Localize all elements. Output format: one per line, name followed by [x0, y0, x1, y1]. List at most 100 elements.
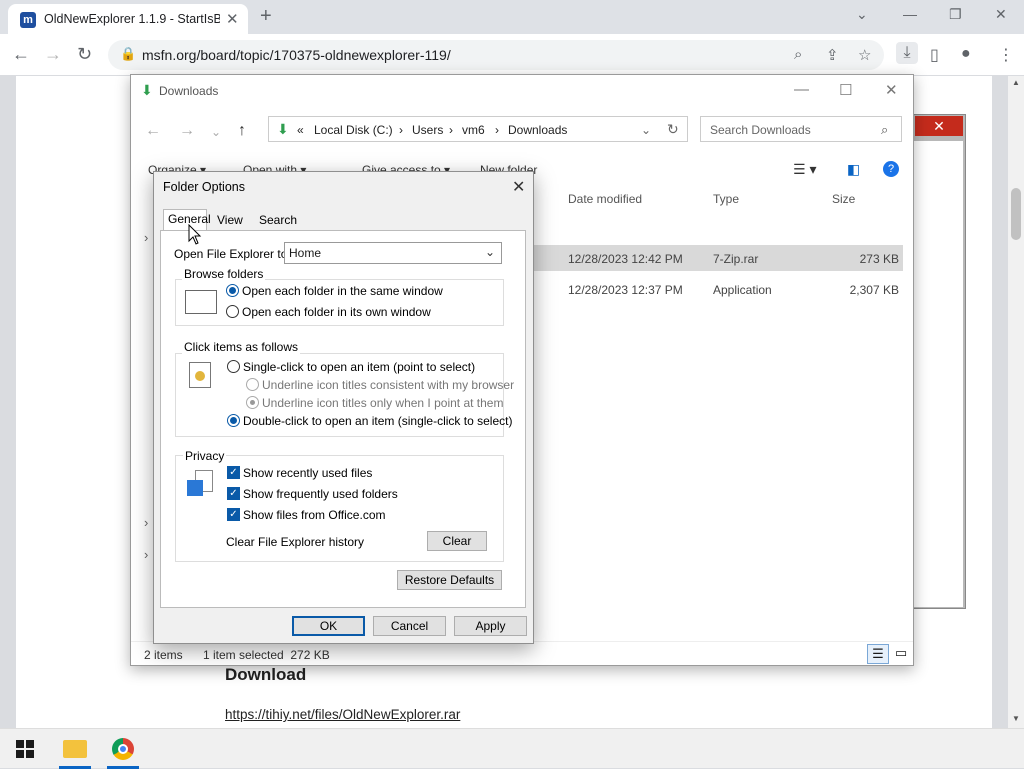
explorer-status-bar: 2 items 1 item selected 272 KB ☰ ▭ — [131, 641, 913, 665]
tab-view[interactable]: View — [217, 213, 243, 227]
tab-title: OldNewExplorer 1.1.9 - StartIsBa — [44, 12, 220, 26]
restore-defaults-button[interactable]: Restore Defaults — [397, 570, 502, 590]
column-date-modified[interactable]: Date modified — [568, 192, 642, 206]
close-icon[interactable]: ✕ — [885, 81, 898, 99]
same-window-label[interactable]: Open each folder in the same window — [242, 284, 443, 298]
close-icon[interactable]: ✕ — [915, 116, 963, 136]
help-icon[interactable]: ? — [883, 161, 899, 177]
details-view-icon[interactable]: ☰ — [867, 644, 889, 664]
address-bar[interactable]: 🔒 msfn.org/board/topic/170375-oldnewexpl… — [108, 40, 884, 70]
maximize-icon[interactable]: ☐ — [839, 81, 852, 99]
item-count: 2 items — [144, 648, 183, 662]
folder-window-icon — [185, 290, 217, 314]
taskbar-chrome[interactable] — [101, 729, 145, 769]
scrollbar-thumb[interactable] — [1011, 188, 1021, 240]
start-windows-icon[interactable] — [16, 740, 34, 758]
forward-icon[interactable]: → — [179, 122, 195, 140]
tab-close-icon[interactable]: ✕ — [226, 10, 239, 28]
taskbar-file-explorer[interactable] — [53, 729, 97, 769]
back-icon[interactable]: ← — [145, 122, 161, 140]
office-files-checkbox[interactable]: ✓ — [227, 508, 240, 521]
column-size[interactable]: Size — [832, 192, 855, 206]
profile-avatar-icon[interactable]: ● — [961, 45, 971, 63]
tab-search[interactable]: Search — [259, 213, 297, 227]
explorer-address-bar[interactable]: ⬇ « Local Disk (C:) › Users › vm6 › Down… — [268, 116, 688, 142]
file-type: 7-Zip.rar — [713, 252, 759, 266]
breadcrumb-downloads[interactable]: Downloads — [508, 123, 567, 137]
chevron-right-icon[interactable]: › — [449, 123, 453, 137]
restore-icon[interactable]: ❐ — [949, 6, 962, 23]
new-tab-button[interactable]: + — [260, 5, 272, 28]
reload-icon[interactable]: ↻ — [77, 44, 92, 65]
recent-locations-icon[interactable]: ⌄ — [211, 125, 221, 139]
own-window-radio[interactable] — [226, 305, 239, 318]
single-click-radio[interactable] — [227, 360, 240, 373]
refresh-icon[interactable]: ↻ — [667, 121, 679, 138]
scroll-down-icon[interactable]: ▼ — [1012, 714, 1020, 723]
downloads-icon[interactable]: ⤓ — [896, 42, 918, 64]
ok-button[interactable]: OK — [292, 616, 365, 636]
open-to-select[interactable]: Home ⌄ — [284, 242, 502, 264]
underline-browser-radio[interactable] — [246, 378, 259, 391]
share-icon[interactable]: ⇪ — [826, 46, 839, 64]
clear-button[interactable]: Clear — [427, 531, 487, 551]
chevron-right-icon[interactable]: › — [144, 230, 148, 245]
search-icon[interactable]: ⌕ — [794, 46, 802, 63]
own-window-label[interactable]: Open each folder in its own window — [242, 305, 431, 319]
double-click-label[interactable]: Double-click to open an item (single-cli… — [243, 414, 512, 428]
large-icons-view-icon[interactable]: ▭ — [891, 644, 911, 664]
cancel-button[interactable]: Cancel — [373, 616, 446, 636]
same-window-radio[interactable] — [226, 284, 239, 297]
office-files-label[interactable]: Show files from Office.com — [243, 508, 386, 522]
close-window-icon[interactable]: ✕ — [995, 6, 1007, 23]
browser-tab-strip: m OldNewExplorer 1.1.9 - StartIsBa ✕ + ⌄… — [0, 0, 1024, 34]
frequent-folders-checkbox[interactable]: ✓ — [227, 487, 240, 500]
underline-point-label[interactable]: Underline icon titles only when I point … — [262, 396, 503, 410]
clear-history-label: Clear File Explorer history — [226, 535, 365, 549]
page-scrollbar[interactable]: ▲ ▼ — [1008, 76, 1024, 728]
column-type[interactable]: Type — [713, 192, 739, 206]
chevron-right-icon[interactable]: › — [144, 515, 148, 530]
up-icon[interactable]: ↑ — [238, 122, 246, 140]
side-panel-icon[interactable]: ▯ — [930, 45, 939, 65]
underline-browser-label[interactable]: Underline icon titles consistent with my… — [262, 378, 514, 392]
explorer-search-box[interactable]: Search Downloads ⌕ — [700, 116, 902, 142]
single-click-label[interactable]: Single-click to open an item (point to s… — [243, 360, 475, 374]
frequent-folders-label[interactable]: Show frequently used folders — [243, 487, 398, 501]
tab-search-icon[interactable]: ⌄ — [856, 6, 868, 23]
bookmark-star-icon[interactable]: ☆ — [858, 46, 871, 64]
double-click-radio[interactable] — [227, 414, 240, 427]
forward-icon[interactable]: → — [44, 44, 62, 65]
download-folder-icon: ⬇ — [141, 82, 153, 98]
download-heading: Download — [225, 665, 307, 684]
back-icon[interactable]: ← — [12, 44, 30, 65]
preview-pane-icon[interactable]: ◧ — [847, 161, 860, 178]
chevron-right-icon[interactable]: › — [399, 123, 403, 137]
menu-kebab-icon[interactable]: ⋮ — [998, 45, 1014, 65]
scroll-up-icon[interactable]: ▲ — [1012, 78, 1020, 87]
view-options-icon[interactable]: ☰ ▾ — [793, 161, 816, 178]
browser-toolbar: ← → ↻ 🔒 msfn.org/board/topic/170375-oldn… — [0, 34, 1024, 76]
recent-files-label[interactable]: Show recently used files — [243, 466, 372, 480]
download-link[interactable]: https://tihiy.net/files/OldNewExplorer.r… — [225, 707, 460, 722]
apply-button[interactable]: Apply — [454, 616, 527, 636]
recent-files-checkbox[interactable]: ✓ — [227, 466, 240, 479]
chevron-right-icon[interactable]: › — [144, 547, 148, 562]
browser-tab[interactable]: m OldNewExplorer 1.1.9 - StartIsBa ✕ — [8, 4, 248, 34]
chevron-down-icon[interactable]: ⌄ — [641, 123, 651, 137]
close-icon[interactable]: ✕ — [512, 177, 525, 197]
breadcrumb-overflow-icon[interactable]: « — [297, 123, 304, 137]
breadcrumb-vm6[interactable]: vm6 — [462, 123, 485, 137]
file-size: 2,307 KB — [849, 283, 899, 297]
open-to-value: Home — [289, 246, 322, 260]
minimize-icon[interactable]: — — [794, 81, 809, 98]
lock-icon: 🔒 — [120, 46, 137, 61]
minimize-icon[interactable]: — — [903, 6, 917, 22]
downloads-icon: ⬇ — [277, 121, 289, 137]
breadcrumb-local-disk[interactable]: Local Disk (C:) — [314, 123, 393, 137]
chevron-down-icon: ⌄ — [485, 245, 496, 259]
underline-point-radio[interactable] — [246, 396, 259, 409]
file-date: 12/28/2023 12:42 PM — [568, 252, 683, 266]
breadcrumb-users[interactable]: Users — [412, 123, 443, 137]
chevron-right-icon[interactable]: › — [495, 123, 499, 137]
